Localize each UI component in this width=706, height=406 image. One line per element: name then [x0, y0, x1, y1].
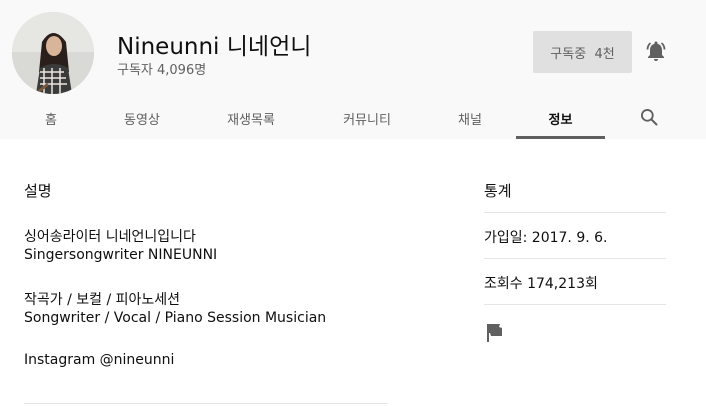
- channel-name: Nineunni 니네언니: [117, 34, 312, 60]
- tab-label: 동영상: [124, 112, 160, 128]
- description-line: 작곡가 / 보컬 / 피아노세션: [24, 292, 181, 308]
- description-heading: 설명: [24, 182, 52, 200]
- tab-label: 채널: [458, 112, 482, 128]
- tab-label: 홈: [45, 112, 57, 128]
- tab-videos[interactable]: 동영상: [106, 97, 178, 139]
- tab-label: 정보: [548, 112, 573, 128]
- subscribed-label: 구독중 4천: [550, 46, 615, 62]
- stats-divider: [484, 304, 666, 305]
- description-line: 싱어송라이터 니네언니입니다: [24, 229, 196, 245]
- channel-header: Nineunni 니네언니 구독자 4,096명 구독중 4천 홈 동영상 재생…: [0, 0, 706, 139]
- search-icon[interactable]: [636, 104, 662, 130]
- channel-avatar[interactable]: [12, 12, 94, 94]
- tab-channels[interactable]: 채널: [440, 97, 500, 139]
- subscriber-count: 구독자 4,096명: [117, 63, 207, 78]
- view-count: 조회수 174,213회: [484, 276, 598, 292]
- flag-icon[interactable]: [485, 322, 505, 344]
- tab-label: 커뮤니티: [343, 112, 391, 128]
- subscribed-button[interactable]: 구독중 4천: [533, 31, 632, 73]
- tab-about[interactable]: 정보: [516, 97, 605, 139]
- bell-icon[interactable]: [643, 38, 669, 64]
- joined-date: 가입일: 2017. 9. 6.: [484, 230, 608, 246]
- tab-label: 재생목록: [227, 112, 275, 128]
- tab-home[interactable]: 홈: [26, 97, 76, 139]
- stats-divider: [484, 258, 666, 259]
- description-line: Singersongwriter NINEUNNI: [24, 247, 218, 263]
- description-line: Songwriter / Vocal / Piano Session Music…: [24, 310, 327, 326]
- description-line[interactable]: Instagram @nineunni: [24, 352, 174, 368]
- description-divider: [24, 403, 388, 404]
- channel-tabs: 홈 동영상 재생목록 커뮤니티 채널 정보: [0, 97, 706, 139]
- stats-divider: [484, 212, 666, 213]
- stats-heading: 통계: [484, 182, 512, 200]
- tab-playlists[interactable]: 재생목록: [206, 97, 296, 139]
- tab-community[interactable]: 커뮤니티: [322, 97, 412, 139]
